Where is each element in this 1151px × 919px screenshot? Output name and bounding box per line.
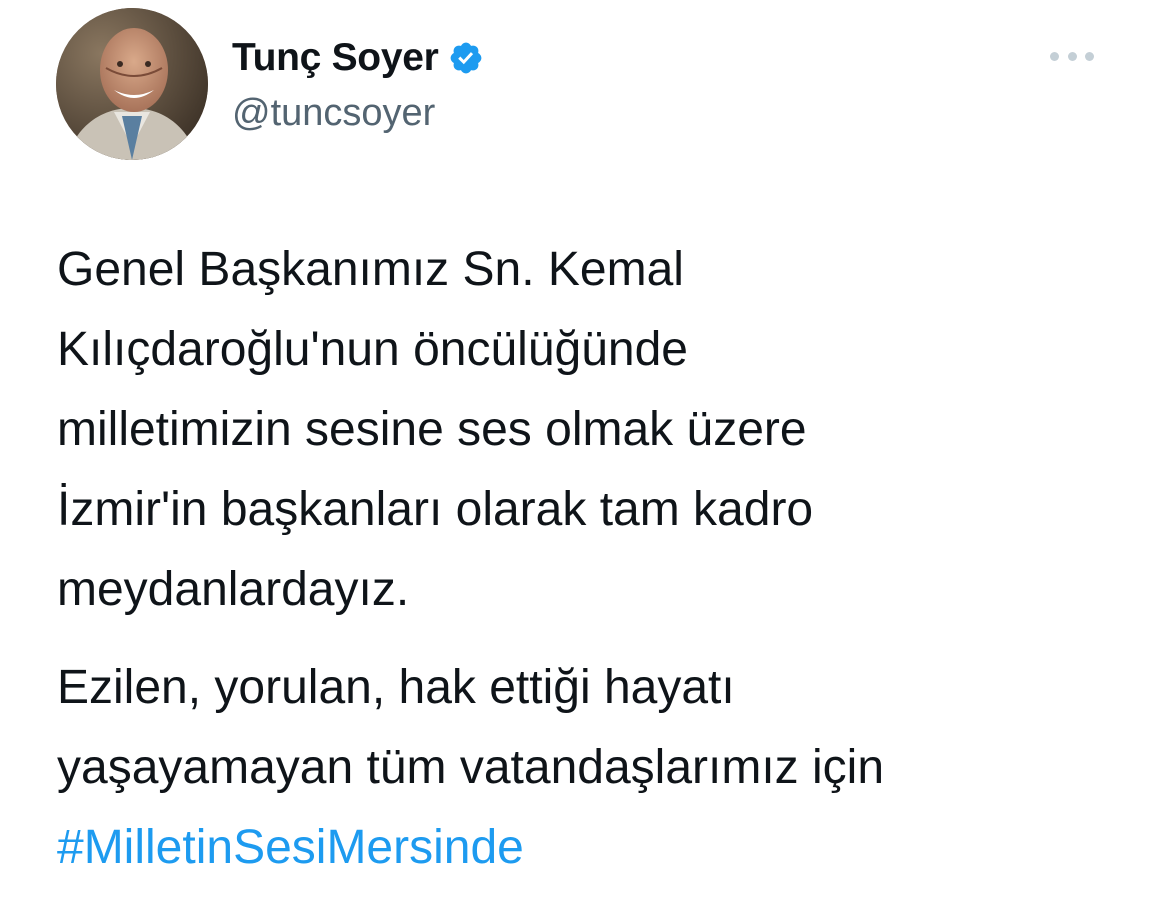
name-row: Tunç Soyer (232, 32, 484, 84)
more-dot (1067, 51, 1077, 61)
avatar-photo (56, 8, 208, 160)
hashtag-link[interactable]: #MilletinSesiMersinde (57, 821, 524, 874)
tweet-line: milletimizin sesine ses olmak üzere (57, 403, 807, 456)
more-options-icon[interactable] (1050, 48, 1094, 64)
tweet-line: Ezilen, yorulan, hak ettiği hayatı (57, 661, 735, 714)
tweet-text: Genel Başkanımız Sn. Kemal Kılıçdaroğlu'… (57, 230, 1127, 888)
tweet-line: yaşayamayan tüm vatandaşlarımız için (57, 741, 885, 794)
tweet-line: Kılıçdaroğlu'nun öncülüğünde (57, 323, 688, 376)
author-block: Tunç Soyer @tuncsoyer (232, 32, 484, 138)
tweet-line: İzmir'in başkanları olarak tam kadro (57, 483, 814, 536)
more-dot (1050, 51, 1059, 61)
avatar[interactable] (56, 8, 208, 160)
user-handle[interactable]: @tuncsoyer (232, 88, 484, 138)
tweet-line: Genel Başkanımız Sn. Kemal (57, 243, 684, 296)
tweet-line: meydanlardayız. (57, 563, 410, 616)
tweet: Tunç Soyer @tuncsoyer Genel Başkanımız S… (0, 0, 1151, 919)
verified-badge-icon (448, 40, 484, 76)
more-dot (1085, 51, 1094, 61)
display-name[interactable]: Tunç Soyer (232, 32, 439, 84)
tweet-paragraph-1: Genel Başkanımız Sn. Kemal Kılıçdaroğlu'… (57, 230, 1127, 630)
tweet-paragraph-2: Ezilen, yorulan, hak ettiği hayatı yaşay… (57, 648, 1127, 888)
